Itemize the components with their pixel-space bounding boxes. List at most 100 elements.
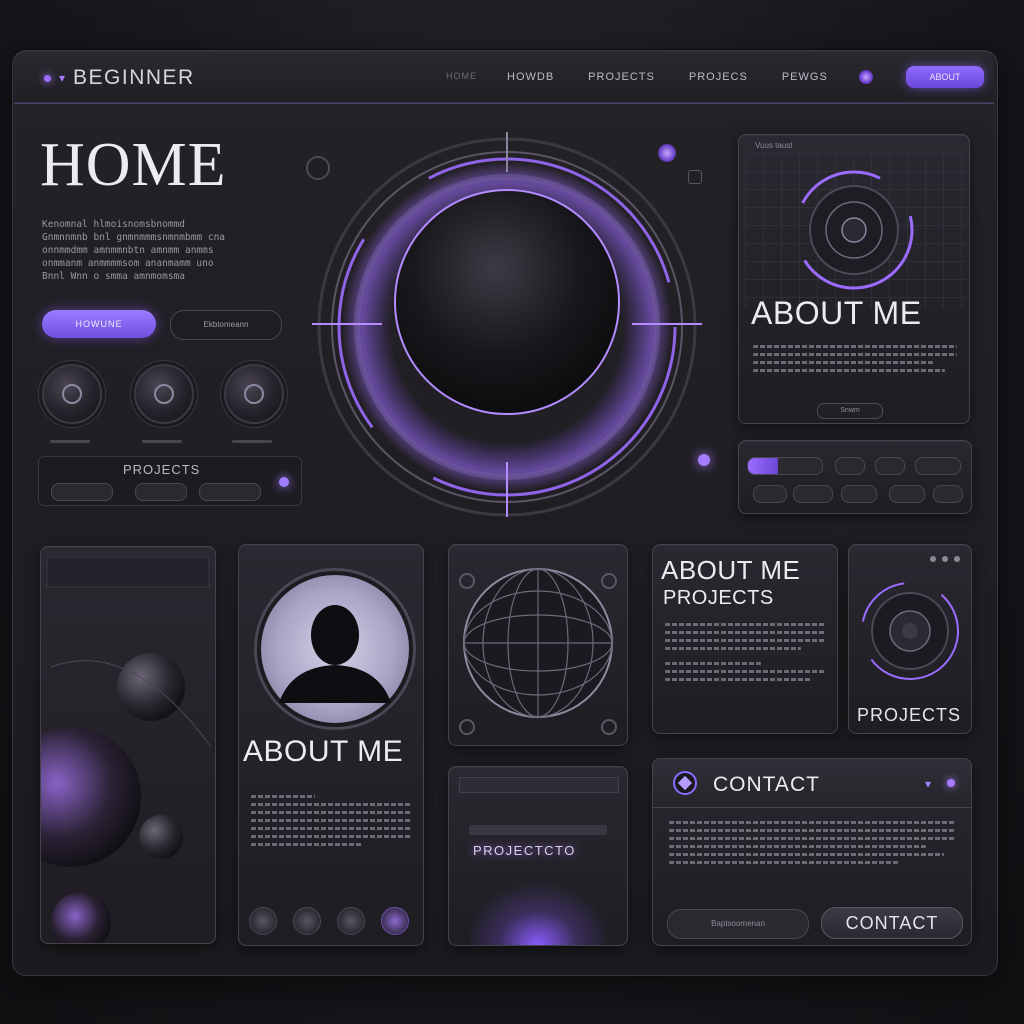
text-line [251, 835, 411, 838]
brand-name: BEGINNER [73, 66, 195, 89]
text-line [251, 811, 411, 814]
nav-link-home[interactable]: HOME [446, 71, 477, 83]
nav-cta-button[interactable]: ABOUT [906, 66, 984, 88]
projects-screen-label: PROJECTCTO [473, 843, 576, 858]
toggle-switch[interactable] [915, 457, 961, 475]
control-knob-3[interactable] [224, 364, 284, 424]
square-icon[interactable] [688, 170, 702, 184]
contact-input[interactable]: Baptsoomenan [667, 909, 809, 939]
text-line [753, 369, 945, 372]
indicator-light-icon [279, 477, 289, 487]
about-me-card-top[interactable]: Vuus taust ABOUT ME Snwm [738, 134, 970, 424]
toggle-switch[interactable] [793, 485, 833, 503]
avatar [257, 571, 413, 727]
text-line [669, 845, 927, 848]
social-icon[interactable] [249, 907, 277, 935]
globe-icon [459, 568, 617, 735]
toggle-switch[interactable] [875, 457, 905, 475]
user-silhouette-icon [279, 605, 391, 703]
about-card-button[interactable]: Snwm [817, 403, 883, 419]
settings-icon[interactable] [306, 156, 330, 180]
text-line [669, 861, 898, 864]
projects-bar-label: PROJECTS [123, 462, 201, 477]
brand[interactable]: ▾ BEGINNER [44, 66, 195, 90]
text-line [753, 345, 957, 348]
space-card[interactable] [40, 546, 216, 944]
orb-icon[interactable] [859, 70, 873, 84]
text-line [669, 821, 955, 824]
toggle-switch[interactable] [841, 485, 877, 503]
orb-small-icon[interactable] [658, 144, 676, 162]
text-line [665, 670, 825, 673]
toggle-switch[interactable] [199, 483, 261, 501]
projects-card[interactable]: PROJECTS [848, 544, 972, 734]
about-card-title: ABOUT ME [751, 295, 922, 331]
contact-button[interactable]: CONTACT [821, 907, 963, 939]
text-line [251, 795, 315, 798]
social-icon[interactable] [337, 907, 365, 935]
projects-bar[interactable]: PROJECTS [38, 456, 302, 506]
lock-icon [154, 384, 174, 404]
text-line [669, 837, 955, 840]
mini-control-panel [738, 440, 972, 514]
contact-card: CONTACT ▾ Baptsoomenan CONTACT [652, 758, 972, 946]
about-projects-card[interactable]: ABOUT ME PROJECTS [652, 544, 838, 734]
hero-secondary-button[interactable]: Ekbtomeann [170, 310, 282, 340]
screen-top-bar [459, 777, 619, 793]
toggle-switch[interactable] [753, 485, 787, 503]
lock-icon [62, 384, 82, 404]
contact-icon [673, 771, 697, 795]
speaker-dial-icon [861, 556, 960, 680]
orb-planet [394, 189, 620, 415]
text-line [251, 819, 411, 822]
social-icon[interactable] [293, 907, 321, 935]
text-line [665, 647, 801, 650]
screen-glow [469, 885, 607, 945]
text-line [669, 853, 944, 856]
control-knob-2[interactable] [134, 364, 194, 424]
globe-card[interactable] [448, 544, 628, 746]
planet-large [41, 727, 141, 867]
hero-text-line: onnmmdmm amnmmnbtn amnmm anmms [42, 245, 214, 256]
about-projects-title: ABOUT ME [661, 555, 801, 585]
nav-link-pewgs[interactable]: PEWGS [782, 71, 828, 83]
profile-card[interactable]: ABOUT ME [238, 544, 424, 946]
slider-track[interactable] [747, 457, 823, 475]
profile-card-text [251, 795, 411, 851]
chevron-down-icon[interactable]: ▾ [925, 777, 931, 791]
about-card-caption: Vuus taust [755, 141, 793, 150]
toggle-switch[interactable] [889, 485, 925, 503]
contact-title: CONTACT [713, 773, 820, 796]
hero-text-line: Gnmnnmnb bnl gnmnmmmsnmnmbmm cna [42, 232, 226, 243]
chevron-down-icon: ▾ [59, 71, 66, 85]
radar-dial-icon [794, 170, 914, 290]
text-line [753, 361, 933, 364]
hero-text-line: Kenomnal hlmoisnomsbnommd [42, 219, 185, 230]
about-card-text [753, 345, 957, 377]
toggle-switch[interactable] [135, 483, 187, 501]
knob-label-3 [232, 440, 272, 443]
control-knob-1[interactable] [42, 364, 102, 424]
nav-link-projects[interactable]: PROJECTS [588, 71, 655, 83]
about-projects-subtitle: PROJECTS [663, 587, 774, 609]
projects-screen-card[interactable]: PROJECTCTO [448, 766, 628, 946]
hero-text-line: Bnnl Wnn o smma amnmomsma [42, 271, 185, 282]
toggle-switch[interactable] [933, 485, 963, 503]
text-line [665, 623, 825, 626]
nav-link-projecs[interactable]: PROJECS [689, 71, 748, 83]
planets-illustration [41, 556, 212, 943]
status-dot-icon [947, 779, 955, 787]
nav-link-howdb[interactable]: HOWDB [507, 71, 554, 83]
text-line [665, 678, 813, 681]
social-icon[interactable] [381, 907, 409, 935]
toggle-switch[interactable] [835, 457, 865, 475]
planet-medium [117, 653, 185, 721]
hero-description: Kenomnal hlmoisnomsbnommd Gnmnnmnb bnl g… [42, 218, 282, 283]
hero-primary-button[interactable]: HOWUNE [42, 310, 156, 338]
nav-links: HOME HOWDB PROJECTS PROJECS PEWGS [446, 71, 862, 83]
hero-text-line: onmmanm anmmmmsom ananmamm uno [42, 258, 214, 269]
text-line [665, 662, 761, 665]
slider-track[interactable] [51, 483, 113, 501]
contact-text [669, 821, 955, 869]
projects-card-label: PROJECTS [857, 705, 962, 725]
